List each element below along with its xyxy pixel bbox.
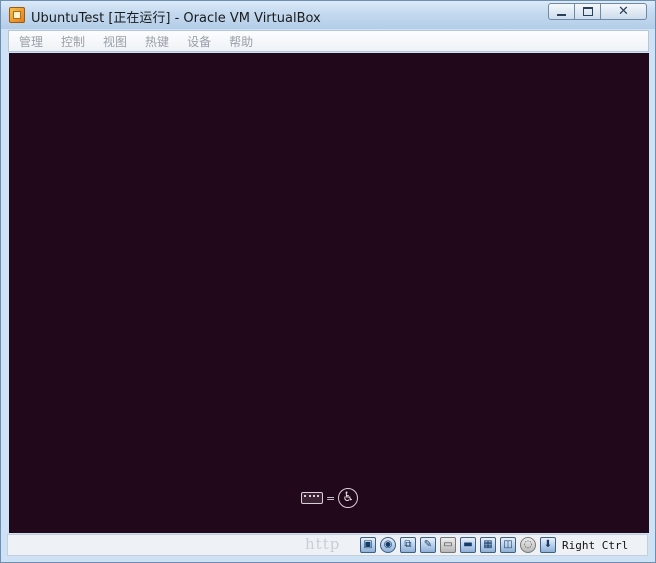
shared-folder-icon[interactable]: ▭ — [440, 537, 456, 553]
menu-view[interactable]: 视图 — [93, 33, 135, 50]
usb-icon[interactable]: ✎ — [420, 537, 436, 553]
mouse-integration-icon[interactable]: ◫ — [500, 537, 516, 553]
menu-control[interactable]: 控制 — [51, 33, 93, 50]
equals-sign: = — [326, 491, 336, 505]
menu-bar: 管理 控制 视图 热键 设备 帮助 — [8, 30, 649, 52]
hard-disk-icon[interactable]: ▣ — [360, 537, 376, 553]
display-icon[interactable]: ▬ — [460, 537, 476, 553]
keyboard-capture-icon[interactable]: ⬇ — [540, 537, 556, 553]
login-accessibility-indicator[interactable]: = ♿ — [301, 488, 359, 508]
network-icon[interactable]: ⧉ — [400, 537, 416, 553]
virtualbox-app-icon[interactable] — [9, 7, 25, 23]
optical-drive-icon[interactable]: ◉ — [380, 537, 396, 553]
menu-machine[interactable]: 管理 — [9, 33, 51, 50]
menu-devices[interactable]: 设备 — [177, 33, 219, 50]
menu-hotkeys[interactable]: 热键 — [135, 33, 177, 50]
accessibility-icon[interactable]: ♿ — [338, 488, 359, 508]
cpu-icon[interactable]: ◌ — [520, 537, 536, 553]
status-tray: ▣ ◉ ⧉ ✎ ▭ ▬ ▦ ◫ ◌ ⬇ Right Ctrl — [360, 536, 628, 554]
vm-display[interactable]: = ♿ — [9, 53, 649, 533]
window-title: UbuntuTest [正在运行] - Oracle VM VirtualBox — [31, 11, 321, 26]
host-key-label: Right Ctrl — [562, 538, 629, 552]
caption-buttons: ✕ — [548, 3, 647, 21]
video-capture-icon[interactable]: ▦ — [480, 537, 496, 553]
maximize-icon — [582, 7, 593, 16]
watermark-text: http — [305, 535, 341, 553]
maximize-button[interactable] — [575, 3, 601, 20]
keyboard-icon[interactable] — [301, 492, 323, 504]
minimize-button[interactable] — [548, 3, 575, 20]
close-button[interactable]: ✕ — [601, 3, 647, 20]
close-icon: ✕ — [618, 4, 629, 19]
title-bar[interactable]: UbuntuTest [正在运行] - Oracle VM VirtualBox… — [1, 1, 655, 29]
minimize-icon — [557, 13, 566, 16]
menu-help[interactable]: 帮助 — [219, 33, 261, 50]
